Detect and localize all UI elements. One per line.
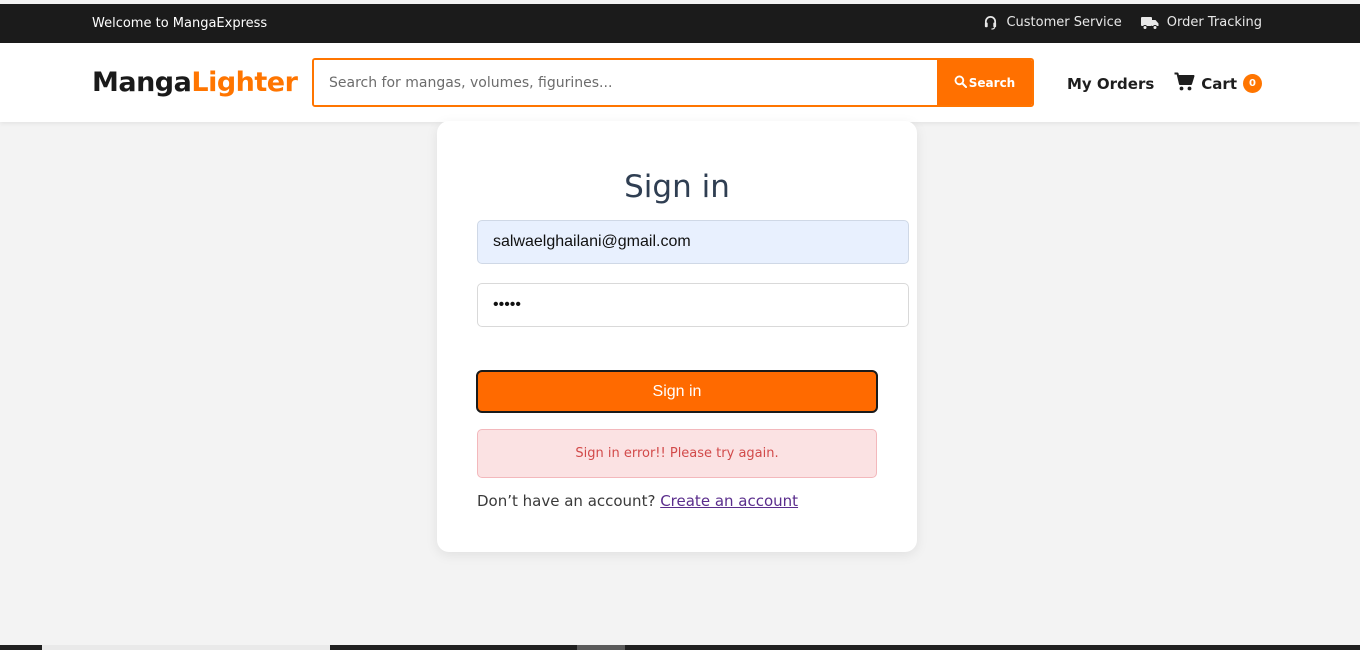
error-message: Sign in error!! Please try again. (575, 446, 779, 461)
header: MangaLighter Search My Orders (0, 43, 1360, 122)
account-prompt: Don’t have an account? (477, 492, 656, 510)
cart-count-badge: 0 (1243, 74, 1262, 93)
site-logo[interactable]: MangaLighter (92, 67, 298, 98)
customer-service-link[interactable]: Customer Service (983, 15, 1122, 30)
email-field[interactable] (477, 220, 909, 264)
search-button-label: Search (968, 75, 1016, 90)
cart-link[interactable]: Cart 0 (1174, 72, 1262, 95)
search-bar: Search (312, 58, 1034, 107)
search-input[interactable] (314, 60, 937, 105)
account-prompt-line: Don’t have an account? Create an account (477, 492, 798, 510)
top-bar: Welcome to MangaExpress Customer Service (0, 4, 1360, 43)
search-icon (954, 75, 967, 91)
order-tracking-label: Order Tracking (1166, 15, 1262, 30)
headset-icon (983, 15, 998, 30)
search-button[interactable]: Search (937, 60, 1032, 105)
page-title: Sign in (624, 169, 730, 205)
logo-manga: Manga (92, 67, 192, 98)
cart-label: Cart (1201, 74, 1237, 93)
error-alert: Sign in error!! Please try again. (477, 429, 877, 478)
signin-button[interactable]: Sign in (476, 370, 878, 413)
my-orders-link[interactable]: My Orders (1067, 75, 1154, 93)
welcome-text: Welcome to MangaExpress (92, 16, 268, 31)
taskbar-segment (42, 645, 330, 650)
password-field[interactable] (477, 283, 909, 327)
page: Welcome to MangaExpress Customer Service (0, 0, 1360, 650)
cart-icon (1174, 72, 1195, 95)
customer-service-label: Customer Service (1006, 15, 1122, 30)
taskbar-segment (577, 645, 625, 650)
taskbar-strip (0, 645, 1360, 650)
signin-card: Sign in Sign in Sign in error!! Please t… (437, 121, 917, 552)
logo-lighter: Lighter (191, 67, 298, 98)
order-tracking-link[interactable]: Order Tracking (1140, 15, 1262, 30)
top-bar-links: Customer Service Order Tracking (983, 15, 1262, 30)
header-actions: My Orders Cart 0 (1067, 72, 1262, 95)
create-account-link[interactable]: Create an account (660, 492, 798, 510)
truck-icon (1140, 16, 1159, 30)
